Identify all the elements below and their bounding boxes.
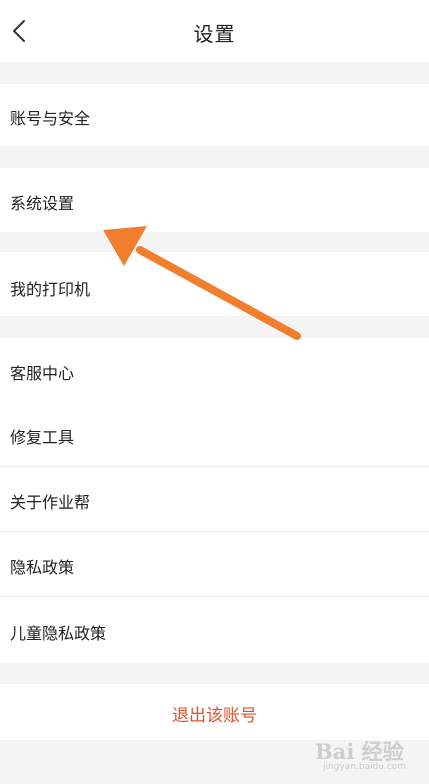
settings-item-label: 儿童隐私政策 xyxy=(10,624,107,643)
settings-item-privacy-policy[interactable]: 隐私政策 xyxy=(0,532,429,597)
nav-bar: 设置 xyxy=(0,0,429,62)
settings-item-child-privacy-policy[interactable]: 儿童隐私政策 xyxy=(0,597,429,663)
logout-label: 退出该账号 xyxy=(172,706,257,726)
settings-item-customer-service[interactable]: 客服中心 xyxy=(0,338,429,402)
settings-item-system-settings[interactable]: 系统设置 xyxy=(0,168,429,232)
settings-item-label: 修复工具 xyxy=(10,428,75,447)
settings-item-my-printer[interactable]: 我的打印机 xyxy=(0,252,429,316)
settings-item-label: 系统设置 xyxy=(10,194,75,213)
settings-item-label: 我的打印机 xyxy=(10,280,91,299)
watermark-url: jingyan.baidu.com xyxy=(323,762,407,772)
settings-item-label: 关于作业帮 xyxy=(10,493,91,512)
watermark-brand: Bai 经验 xyxy=(315,739,404,764)
watermark: Bai 经验 jingyan.baidu.com xyxy=(315,736,415,776)
settings-item-about[interactable]: 关于作业帮 xyxy=(0,467,429,532)
page-title: 设置 xyxy=(193,22,236,46)
settings-item-label: 隐私政策 xyxy=(10,558,75,577)
settings-item-repair-tool[interactable]: 修复工具 xyxy=(0,402,429,467)
logout-button[interactable]: 退出该账号 xyxy=(0,684,429,740)
settings-item-label: 账号与安全 xyxy=(10,109,91,128)
settings-item-account-security[interactable]: 账号与安全 xyxy=(0,84,429,146)
settings-item-label: 客服中心 xyxy=(10,364,75,383)
